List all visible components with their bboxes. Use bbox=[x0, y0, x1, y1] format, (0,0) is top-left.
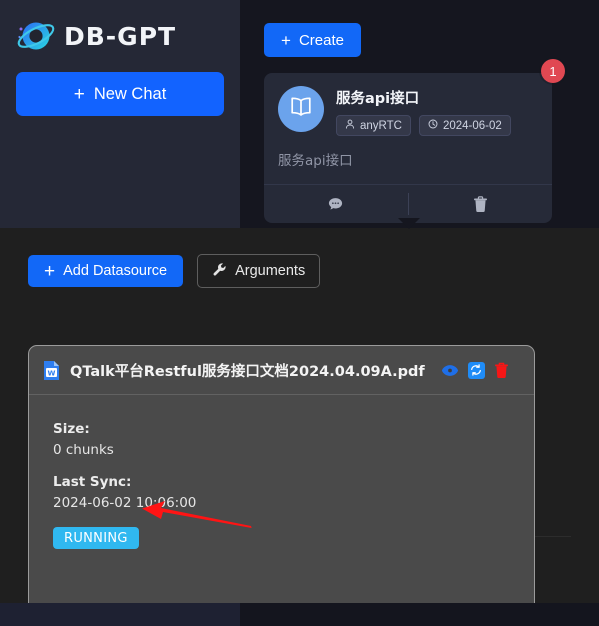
panel-notch-arrow bbox=[398, 218, 420, 229]
plus-icon: + bbox=[281, 30, 291, 50]
knowledge-card-description: 服务api接口 bbox=[278, 153, 353, 169]
svg-text:W: W bbox=[48, 368, 56, 377]
date-tag: 2024-06-02 bbox=[418, 115, 511, 136]
planet-logo-icon bbox=[16, 16, 58, 56]
knowledge-card[interactable]: 服务api接口 anyRTC 2024-06-02 服务api接口 bbox=[264, 73, 552, 223]
footer-strip bbox=[0, 603, 599, 626]
new-chat-label: New Chat bbox=[93, 84, 167, 103]
trash-icon[interactable] bbox=[409, 185, 553, 223]
book-icon bbox=[288, 96, 314, 123]
knowledge-main-area: + Create 1 服务api接口 anyRTC 2024-06-02 服务a… bbox=[240, 0, 599, 228]
date-label: 2024-06-02 bbox=[442, 119, 502, 132]
new-chat-button[interactable]: + New Chat bbox=[16, 72, 224, 116]
sync-icon[interactable] bbox=[467, 361, 485, 379]
word-document-icon: W bbox=[43, 360, 60, 381]
clock-icon bbox=[428, 119, 438, 132]
plus-icon: + bbox=[73, 83, 85, 105]
owner-tag: anyRTC bbox=[336, 115, 411, 136]
datasource-toolbar: + Add Datasource Arguments bbox=[28, 254, 321, 288]
brand: DB-GPT bbox=[16, 14, 224, 58]
document-status-badge[interactable]: RUNNING bbox=[53, 527, 139, 549]
document-card: W QTalk平台Restful服务接口文档2024.04.09A.pdf Si… bbox=[28, 345, 535, 617]
status-badge: 1 bbox=[541, 59, 565, 83]
size-label: Size: bbox=[53, 421, 90, 437]
last-sync-value: 2024-06-02 10:06:00 bbox=[53, 495, 197, 511]
user-icon bbox=[345, 119, 355, 132]
document-card-header: W QTalk平台Restful服务接口文档2024.04.09A.pdf bbox=[29, 346, 534, 395]
plus-icon: + bbox=[44, 260, 56, 282]
sidebar: DB-GPT + New Chat bbox=[0, 0, 240, 228]
trash-icon[interactable] bbox=[494, 362, 509, 379]
document-card-body: Size: 0 chunks Last Sync: 2024-06-02 10:… bbox=[29, 395, 534, 549]
document-file-name: QTalk平台Restful服务接口文档2024.04.09A.pdf bbox=[70, 363, 425, 380]
knowledge-card-title: 服务api接口 bbox=[336, 91, 420, 107]
add-datasource-button[interactable]: + Add Datasource bbox=[28, 255, 184, 287]
top-section: DB-GPT + New Chat + Create 1 服务api接口 any… bbox=[0, 0, 599, 229]
app-root: DB-GPT + New Chat + Create 1 服务api接口 any… bbox=[0, 0, 599, 626]
eye-icon[interactable] bbox=[441, 364, 459, 377]
arguments-label: Arguments bbox=[235, 263, 306, 279]
footer-main-strip bbox=[240, 603, 599, 626]
avatar bbox=[278, 86, 324, 132]
owner-label: anyRTC bbox=[360, 119, 402, 132]
last-sync-label: Last Sync: bbox=[53, 474, 132, 490]
document-actions bbox=[441, 361, 509, 379]
create-label: Create bbox=[298, 31, 344, 49]
create-button[interactable]: + Create bbox=[264, 23, 361, 57]
chat-bubble-icon[interactable] bbox=[264, 185, 408, 223]
size-value: 0 chunks bbox=[53, 442, 114, 458]
add-datasource-label: Add Datasource bbox=[63, 263, 168, 279]
brand-name: DB-GPT bbox=[64, 21, 177, 51]
wrench-icon bbox=[212, 262, 227, 281]
footer-sidebar-strip bbox=[0, 603, 240, 626]
arguments-button[interactable]: Arguments bbox=[197, 254, 321, 288]
datasource-section: + Add Datasource Arguments W QTalk平台Rest… bbox=[0, 228, 599, 617]
